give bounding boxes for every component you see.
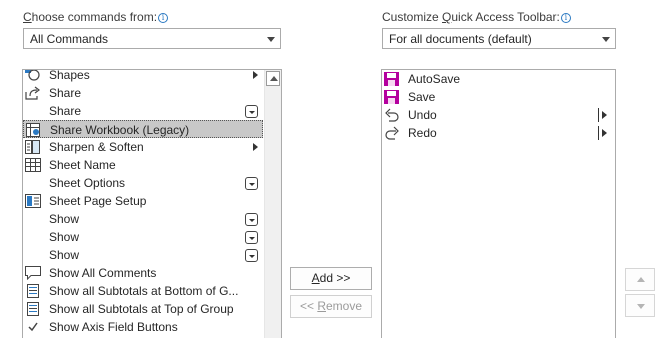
save-icon — [384, 90, 400, 104]
share-workbook-icon — [26, 123, 42, 137]
redo-icon — [384, 126, 400, 140]
arrow-up-icon — [637, 277, 645, 282]
command-list-item[interactable]: Shapes — [23, 69, 263, 84]
command-list-item[interactable]: Share — [23, 84, 263, 102]
command-list-item-label: Show — [49, 212, 80, 226]
toolbar-list-item-label: AutoSave — [408, 72, 461, 86]
command-list-item[interactable]: Sheet Page Setup — [23, 192, 263, 210]
dropdown-indicator-icon — [245, 213, 258, 226]
dropdown-indicator-icon — [245, 177, 258, 190]
submenu-arrow-icon — [602, 111, 607, 119]
toolbar-list-item-label: Save — [408, 90, 436, 104]
toolbar-scope-dropdown[interactable]: For all documents (default) — [382, 28, 616, 49]
scroll-up-button[interactable] — [266, 71, 280, 86]
command-list-item-label: Share — [49, 86, 82, 100]
commands-source-value: All Commands — [30, 32, 109, 46]
autosave-icon — [384, 72, 400, 86]
command-list-item-label: Sheet Name — [49, 158, 116, 172]
command-list-item-label: Show All Comments — [49, 266, 157, 280]
command-list-item-label: Sheet Page Setup — [49, 194, 147, 208]
commands-source-dropdown[interactable]: All Commands — [23, 28, 281, 49]
subtotals-icon — [25, 284, 41, 298]
toolbar-list-item-label: Redo — [408, 126, 437, 140]
checkmark-icon — [25, 320, 41, 334]
move-up-button[interactable] — [625, 268, 655, 291]
separator-bar — [598, 126, 599, 140]
toolbar-list-item[interactable]: Redo — [382, 124, 612, 142]
toolbar-commands-list[interactable]: AutoSave Save Undo Redo — [381, 69, 616, 338]
toolbar-scope-value: For all documents (default) — [389, 32, 532, 46]
choose-commands-label: Choose commands from: i — [23, 10, 169, 24]
chevron-down-icon — [267, 37, 275, 42]
chevron-down-icon — [602, 37, 610, 42]
command-list-item-label: Show — [49, 230, 80, 244]
dropdown-indicator-icon — [245, 231, 258, 244]
toolbar-list-item[interactable]: Save — [382, 88, 612, 106]
command-list-item[interactable]: Show all Subtotals at Top of Group — [23, 300, 263, 318]
command-list-item[interactable]: Sharpen & Soften — [23, 138, 263, 156]
add-button[interactable]: Add >> — [290, 267, 372, 290]
shapes-icon — [25, 70, 41, 82]
command-list-item-label: Sharpen & Soften — [49, 140, 144, 154]
submenu-arrow-icon — [253, 71, 258, 79]
command-list-item-label: Share Workbook (Legacy) — [50, 123, 190, 137]
command-list-item[interactable]: Show — [23, 246, 263, 264]
share-icon — [25, 86, 41, 100]
command-list-item[interactable]: Show — [23, 228, 263, 246]
commands-list[interactable]: Shapes Share Share Share Workbook (Legacy) S… — [22, 69, 282, 338]
command-list-item-label: Show Axis Field Buttons — [49, 320, 178, 334]
move-down-button[interactable] — [625, 294, 655, 317]
command-list-item-label: Share — [49, 104, 82, 118]
info-icon: i — [158, 13, 169, 23]
remove-button[interactable]: << Remove — [290, 295, 372, 318]
command-list-item[interactable]: Share — [23, 102, 263, 120]
submenu-arrow-icon — [602, 129, 607, 137]
submenu-arrow-icon — [253, 143, 258, 151]
command-list-item-label: Sheet Options — [49, 176, 126, 190]
sheet-name-icon — [25, 158, 41, 172]
toolbar-list-item[interactable]: Undo — [382, 106, 612, 124]
command-list-item-label: Show all Subtotals at Bottom of G... — [49, 284, 239, 298]
customize-toolbar-label: Customize Quick Access Toolbar: i — [382, 10, 571, 24]
sheet-page-setup-icon — [25, 194, 41, 208]
separator-bar — [598, 108, 599, 122]
info-icon: i — [560, 13, 571, 23]
undo-icon — [384, 108, 400, 122]
comment-icon — [25, 266, 41, 281]
command-list-item[interactable]: Show — [23, 210, 263, 228]
dropdown-indicator-icon — [245, 105, 258, 118]
arrow-down-icon — [637, 304, 645, 309]
command-list-item[interactable]: Share Workbook (Legacy) — [23, 120, 263, 138]
commands-list-scrollbar[interactable] — [264, 70, 281, 338]
command-list-item-label: Shapes — [49, 69, 90, 82]
command-list-item[interactable]: Show All Comments — [23, 264, 263, 282]
command-list-item-label: Show — [49, 248, 80, 262]
command-list-item[interactable]: Sheet Name — [23, 156, 263, 174]
command-list-item[interactable]: Show Axis Field Buttons — [23, 318, 263, 336]
command-list-item[interactable]: Sheet Options — [23, 174, 263, 192]
dropdown-indicator-icon — [245, 249, 258, 262]
sharpen-soften-icon — [25, 140, 41, 154]
toolbar-list-item[interactable]: AutoSave — [382, 70, 612, 88]
subtotals-icon — [25, 302, 41, 316]
toolbar-list-item-label: Undo — [408, 108, 437, 122]
command-list-item[interactable]: Show all Subtotals at Bottom of G... — [23, 282, 263, 300]
command-list-item-label: Show all Subtotals at Top of Group — [49, 302, 234, 316]
